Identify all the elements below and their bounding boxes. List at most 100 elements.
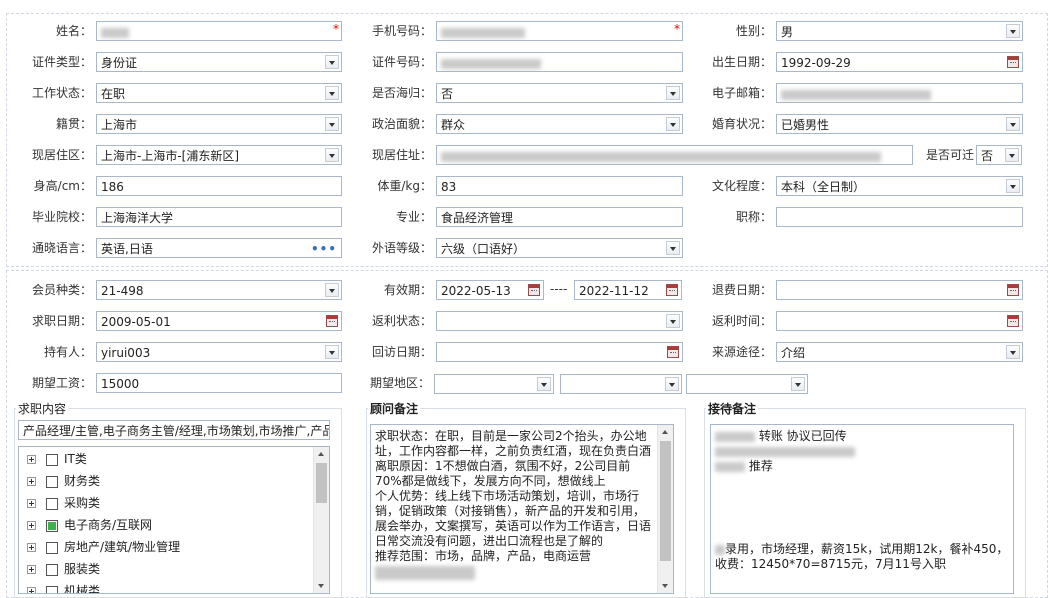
chevron-down-icon[interactable]	[325, 117, 339, 131]
scroll-thumb[interactable]	[660, 441, 671, 561]
checkbox[interactable]	[46, 541, 58, 554]
id-number-field[interactable]	[436, 52, 683, 72]
tree-scrollbar[interactable]	[313, 447, 329, 593]
rebate-status-select[interactable]	[436, 311, 683, 331]
job-title-field[interactable]	[776, 207, 1023, 227]
phone-field[interactable]: *	[436, 21, 683, 41]
birth-date-field[interactable]: 1992-09-29	[776, 52, 1023, 72]
scroll-down-icon[interactable]	[314, 579, 329, 593]
tree-item[interactable]: 房地产/建筑/物业管理	[27, 537, 180, 557]
job-content-summary[interactable]: 产品经理/主管,电子商务主管/经理,市场策划,市场推广,产品	[18, 420, 330, 440]
chevron-down-icon[interactable]	[325, 86, 339, 100]
tree-item[interactable]: 机械类	[27, 581, 100, 593]
chevron-down-icon[interactable]	[537, 377, 551, 391]
job-category-tree[interactable]: IT类 财务类 采购类 电子商务/互联网 房地产/建筑/物业管理 服装类机械类	[18, 446, 330, 594]
holder-select[interactable]: yirui003	[96, 342, 342, 362]
tree-item[interactable]: 服装类	[27, 559, 100, 579]
transfer-select[interactable]: 否	[976, 145, 1022, 165]
checkbox[interactable]	[46, 519, 58, 532]
checkbox[interactable]	[46, 563, 58, 576]
scroll-thumb[interactable]	[316, 463, 327, 503]
marital-select[interactable]: 已婚男性	[776, 114, 1023, 134]
expand-icon[interactable]	[27, 587, 36, 593]
advisor-notes-scrollbar[interactable]	[657, 425, 673, 593]
calendar-icon[interactable]	[667, 346, 679, 358]
chevron-down-icon[interactable]	[666, 117, 680, 131]
chevron-down-icon[interactable]	[666, 314, 680, 328]
chevron-down-icon[interactable]	[666, 241, 680, 255]
expand-icon[interactable]	[27, 521, 36, 530]
region-city-select[interactable]	[560, 374, 682, 394]
school-field[interactable]: 上海海洋大学	[96, 207, 342, 227]
chevron-down-icon[interactable]	[325, 345, 339, 359]
chevron-down-icon[interactable]	[665, 377, 679, 391]
chevron-down-icon[interactable]	[1006, 117, 1020, 131]
expand-icon[interactable]	[27, 455, 36, 464]
valid-to-field[interactable]: 2022-11-12	[574, 280, 682, 300]
calendar-icon[interactable]	[528, 284, 540, 296]
redacted-phone	[441, 27, 525, 38]
id-type-select[interactable]: 身份证	[96, 52, 342, 72]
work-status-select[interactable]: 在职	[96, 83, 342, 103]
chevron-down-icon[interactable]	[325, 148, 339, 162]
calendar-icon[interactable]	[1007, 315, 1019, 327]
calendar-icon[interactable]	[1007, 56, 1019, 68]
chevron-down-icon[interactable]	[1006, 179, 1020, 193]
region-district-select[interactable]	[686, 374, 808, 394]
scroll-up-icon[interactable]	[314, 447, 329, 461]
revisit-date-field[interactable]	[436, 342, 683, 362]
chevron-down-icon[interactable]	[325, 283, 339, 297]
chevron-down-icon[interactable]	[1006, 24, 1020, 38]
scroll-down-icon[interactable]	[658, 579, 673, 593]
calendar-icon[interactable]	[666, 284, 678, 296]
gender-select[interactable]: 男	[776, 21, 1023, 41]
tree-item[interactable]: 财务类	[27, 471, 100, 491]
chevron-down-icon[interactable]	[325, 55, 339, 69]
tree-item[interactable]: 电子商务/互联网	[27, 515, 152, 535]
chevron-down-icon[interactable]	[1005, 148, 1019, 162]
expand-icon[interactable]	[27, 477, 36, 486]
name-field[interactable]: *	[96, 21, 342, 41]
major-field[interactable]: 食品经济管理	[436, 207, 683, 227]
expand-icon[interactable]	[27, 565, 36, 574]
job-date-field[interactable]: 2009-05-01	[96, 311, 342, 331]
language-level-select[interactable]: 六级（口语好）	[436, 238, 683, 258]
calendar-icon[interactable]	[1007, 284, 1019, 296]
calendar-icon[interactable]	[326, 315, 338, 327]
member-type-select[interactable]: 21-498	[96, 280, 342, 300]
height-field[interactable]: 186	[96, 176, 342, 196]
tree-item[interactable]: IT类	[27, 449, 87, 469]
region-province-select[interactable]	[434, 374, 554, 394]
refund-date-field[interactable]	[776, 280, 1023, 300]
reception-notes-textarea[interactable]: 转账 协议已回传 推荐 录用，市场经理，薪资15k，试用期12k，餐补450， …	[710, 424, 1014, 594]
expand-icon[interactable]	[27, 543, 36, 552]
gender-label: 性别：	[735, 24, 772, 38]
expand-icon[interactable]	[27, 499, 36, 508]
tree-item[interactable]: 采购类	[27, 493, 100, 513]
weight-field[interactable]: 83	[436, 176, 683, 196]
rebate-time-field[interactable]	[776, 311, 1023, 331]
source-select[interactable]: 介绍	[776, 342, 1023, 362]
chevron-down-icon[interactable]	[666, 86, 680, 100]
phone-label: 手机号码：	[371, 24, 432, 38]
email-field[interactable]	[776, 83, 1023, 103]
chevron-down-icon[interactable]	[791, 377, 805, 391]
language-field[interactable]: 英语,日语 •••	[96, 238, 342, 258]
checkbox[interactable]	[46, 585, 58, 593]
checkbox[interactable]	[46, 453, 58, 466]
salary-field[interactable]: 15000	[96, 373, 342, 393]
returnee-select[interactable]: 否	[436, 83, 683, 103]
address-field[interactable]	[436, 145, 913, 165]
scroll-up-icon[interactable]	[658, 425, 673, 439]
chevron-down-icon[interactable]	[1006, 345, 1020, 359]
advisor-notes-textarea[interactable]: 求职状态：在职，目前是一家公司2个抬头，办公地址，工作内容都一样，之前负责红酒，…	[370, 424, 674, 594]
residence-area-select[interactable]: 上海市-上海市-[浦东新区]	[96, 145, 342, 165]
checkbox[interactable]	[46, 475, 58, 488]
salary-label: 期望工资：	[31, 376, 92, 390]
education-select[interactable]: 本科（全日制）	[776, 176, 1023, 196]
valid-from-field[interactable]: 2022-05-13	[436, 280, 544, 300]
native-place-select[interactable]: 上海市	[96, 114, 342, 134]
more-options-icon[interactable]: •••	[311, 239, 337, 257]
politics-select[interactable]: 群众	[436, 114, 683, 134]
checkbox[interactable]	[46, 497, 58, 510]
